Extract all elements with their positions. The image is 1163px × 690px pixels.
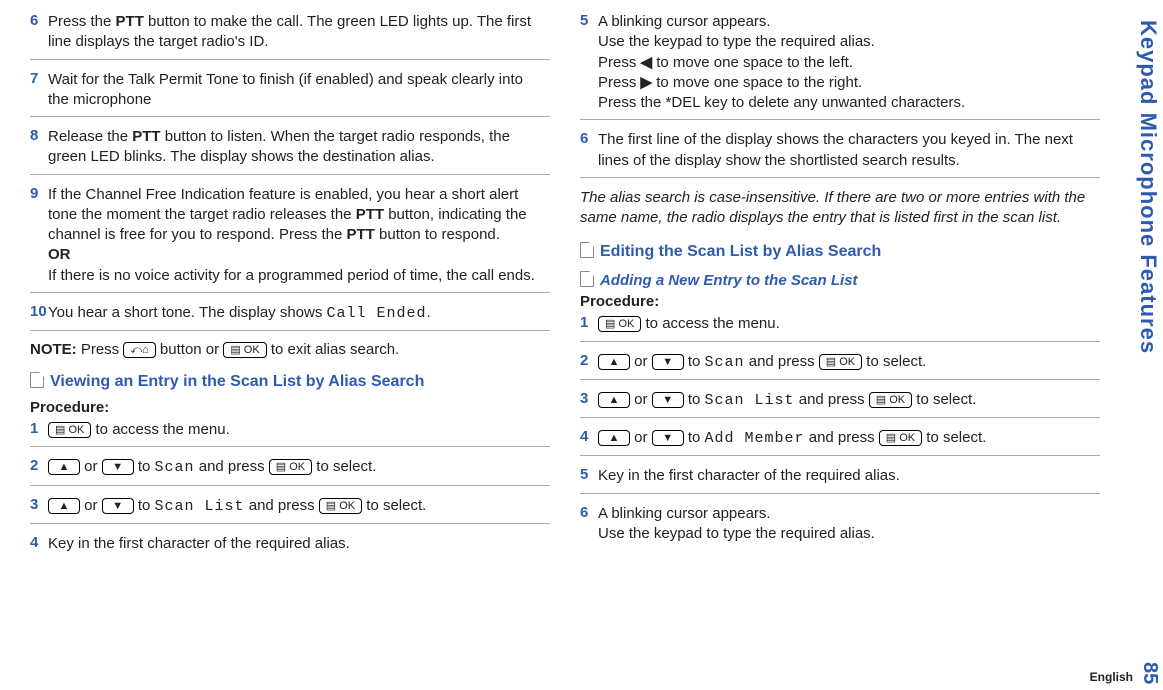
step-text: ▤ OK to access the menu. (598, 314, 1094, 334)
procedure-label: Procedure: (30, 399, 550, 416)
step-10: 10You hear a short tone. The display sho… (30, 303, 550, 331)
up-icon: ▲ (598, 392, 630, 408)
note-label: NOTE: (30, 341, 77, 358)
step-text: The first line of the display shows the … (598, 130, 1094, 171)
up-icon: ▲ (48, 498, 80, 514)
down-icon: ▼ (102, 498, 134, 514)
step-number: 9 (30, 185, 48, 202)
ok-icon: ▤ OK (269, 459, 312, 475)
language-label: English (1090, 670, 1133, 684)
step-number: 2 (580, 352, 598, 369)
left-arrow-icon: ◀ (641, 54, 653, 71)
step-3: 3▲ or ▼ to Scan List and press ▤ OK to s… (30, 496, 550, 524)
step-text: A blinking cursor appears.Use the keypad… (598, 504, 1094, 545)
step-number: 5 (580, 466, 598, 483)
step-4: 4Key in the first character of the requi… (30, 534, 550, 560)
up-icon: ▲ (48, 459, 80, 475)
step-text: Key in the first character of the requir… (598, 466, 1094, 486)
ok-icon: ▤ OK (598, 316, 641, 332)
step-number: 6 (580, 130, 598, 147)
note: NOTE: Press ⤺⌂ button or ▤ OK to exit al… (30, 341, 550, 358)
step-number: 10 (30, 303, 48, 320)
step-6: 6Press the PTT button to make the call. … (30, 12, 550, 60)
step-number: 6 (30, 12, 48, 29)
up-icon: ▲ (598, 430, 630, 446)
page-content: 6Press the PTT button to make the call. … (0, 0, 1163, 578)
step-4: 4▲ or ▼ to Add Member and press ▤ OK to … (580, 428, 1100, 456)
up-icon: ▲ (598, 354, 630, 370)
italic-note: The alias search is case-insensitive. If… (580, 188, 1100, 229)
step-9: 9If the Channel Free Indication feature … (30, 185, 550, 293)
ok-icon: ▤ OK (819, 354, 862, 370)
sub-heading-adding-entry: Adding a New Entry to the Scan List (580, 271, 1100, 289)
side-section-label: Keypad Microphone Features (1135, 20, 1161, 354)
step-2: 2▲ or ▼ to Scan and press ▤ OK to select… (30, 457, 550, 485)
step-3: 3▲ or ▼ to Scan List and press ▤ OK to s… (580, 390, 1100, 418)
step-number: 3 (30, 496, 48, 513)
step-8: 8Release the PTT button to listen. When … (30, 127, 550, 175)
step-number: 4 (580, 428, 598, 445)
sub-title: Adding a New Entry to the Scan List (600, 272, 858, 289)
right-arrow-icon: ▶ (641, 74, 653, 91)
step-number: 4 (30, 534, 48, 551)
ok-icon: ▤ OK (879, 430, 922, 446)
step-5: 5Key in the first character of the requi… (580, 466, 1100, 493)
step-text: ▲ or ▼ to Scan and press ▤ OK to select. (598, 352, 1094, 373)
step-text: ▤ OK to access the menu. (48, 420, 544, 440)
note-text: Press ⤺⌂ button or ▤ OK to exit alias se… (81, 341, 399, 358)
section-heading-viewing-entry: Viewing an Entry in the Scan List by Ali… (30, 372, 550, 391)
step-number: 2 (30, 457, 48, 474)
step-text: A blinking cursor appears.Use the keypad… (598, 12, 1094, 113)
down-icon: ▼ (102, 459, 134, 475)
down-icon: ▼ (652, 392, 684, 408)
step-number: 1 (30, 420, 48, 437)
step-text: Press the PTT button to make the call. T… (48, 12, 544, 53)
ok-icon: ▤ OK (319, 498, 362, 514)
back-home-icon: ⤺⌂ (123, 342, 155, 358)
ok-icon: ▤ OK (223, 342, 266, 358)
step-number: 1 (580, 314, 598, 331)
step-1: 1▤ OK to access the menu. (30, 420, 550, 447)
doc-icon (580, 242, 594, 258)
step-number: 3 (580, 390, 598, 407)
page-number: 85 (1138, 662, 1161, 684)
step-text: Wait for the Talk Permit Tone to finish … (48, 70, 544, 111)
step-text: If the Channel Free Indication feature i… (48, 185, 544, 286)
doc-icon (580, 271, 594, 287)
section-heading-editing-scan-list: Editing the Scan List by Alias Search (580, 242, 1100, 261)
step-text: Release the PTT button to listen. When t… (48, 127, 544, 168)
step-6: 6The first line of the display shows the… (580, 130, 1100, 178)
step-5: 5A blinking cursor appears.Use the keypa… (580, 12, 1100, 120)
step-6: 6A blinking cursor appears.Use the keypa… (580, 504, 1100, 551)
step-text: You hear a short tone. The display shows… (48, 303, 544, 324)
procedure-label: Procedure: (580, 293, 1100, 310)
step-2: 2▲ or ▼ to Scan and press ▤ OK to select… (580, 352, 1100, 380)
step-text: Key in the first character of the requir… (48, 534, 544, 554)
left-column: 6Press the PTT button to make the call. … (30, 8, 550, 570)
ok-icon: ▤ OK (869, 392, 912, 408)
step-7: 7Wait for the Talk Permit Tone to finish… (30, 70, 550, 118)
down-icon: ▼ (652, 430, 684, 446)
step-text: ▲ or ▼ to Add Member and press ▤ OK to s… (598, 428, 1094, 449)
doc-icon (30, 372, 44, 388)
section-title: Editing the Scan List by Alias Search (600, 243, 881, 260)
step-1: 1▤ OK to access the menu. (580, 314, 1100, 341)
step-number: 8 (30, 127, 48, 144)
step-number: 6 (580, 504, 598, 521)
section-title: Viewing an Entry in the Scan List by Ali… (50, 373, 424, 390)
step-text: ▲ or ▼ to Scan List and press ▤ OK to se… (598, 390, 1094, 411)
step-number: 5 (580, 12, 598, 29)
step-number: 7 (30, 70, 48, 87)
right-column: 5A blinking cursor appears.Use the keypa… (580, 8, 1100, 570)
step-text: ▲ or ▼ to Scan List and press ▤ OK to se… (48, 496, 544, 517)
ok-icon: ▤ OK (48, 422, 91, 438)
down-icon: ▼ (652, 354, 684, 370)
step-text: ▲ or ▼ to Scan and press ▤ OK to select. (48, 457, 544, 478)
